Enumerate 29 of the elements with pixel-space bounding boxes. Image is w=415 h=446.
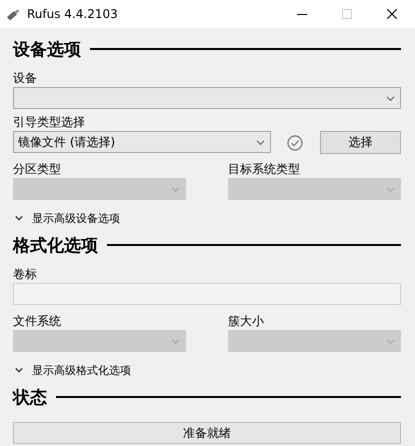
- chevron-down-icon: [256, 138, 265, 146]
- chevron-down-icon: [386, 336, 395, 346]
- chevron-down-icon: [15, 366, 23, 374]
- usb-drive-icon: [6, 6, 21, 22]
- maximize-icon[interactable]: [342, 9, 352, 19]
- field-label: 分区类型: [13, 161, 62, 178]
- dropdown[interactable]: [13, 87, 401, 109]
- chevron-down-icon: [386, 184, 395, 194]
- window-title: Rufus 4.4.2103: [27, 7, 118, 21]
- advanced-options-toggle[interactable]: 显示高级格式化选项: [13, 358, 401, 382]
- advanced-options-toggle[interactable]: 显示高级设备选项: [13, 206, 401, 230]
- field-label: 簇大小: [228, 313, 265, 330]
- field-label: 卷标: [13, 266, 38, 283]
- chevron-down-icon: [15, 214, 23, 222]
- select-button[interactable]: 选择: [320, 131, 401, 154]
- section-heading: 格式化选项: [13, 234, 98, 256]
- chevron-down-icon: [171, 336, 180, 346]
- field-label: 文件系统: [13, 313, 62, 330]
- field-label: 引导类型选择: [13, 114, 86, 131]
- dropdown[interactable]: 镜像文件 (请选择): [13, 131, 271, 153]
- section-heading: 设备选项: [13, 38, 81, 60]
- check-circle-icon[interactable]: [287, 134, 303, 150]
- field-label: 目标系统类型: [228, 161, 301, 178]
- chevron-down-icon: [171, 184, 180, 194]
- section-heading: 状态: [13, 386, 47, 408]
- close-icon[interactable]: [387, 9, 397, 19]
- volume-label-field[interactable]: [13, 283, 401, 305]
- chevron-down-icon: [386, 94, 395, 102]
- field-label: 设备: [13, 70, 38, 87]
